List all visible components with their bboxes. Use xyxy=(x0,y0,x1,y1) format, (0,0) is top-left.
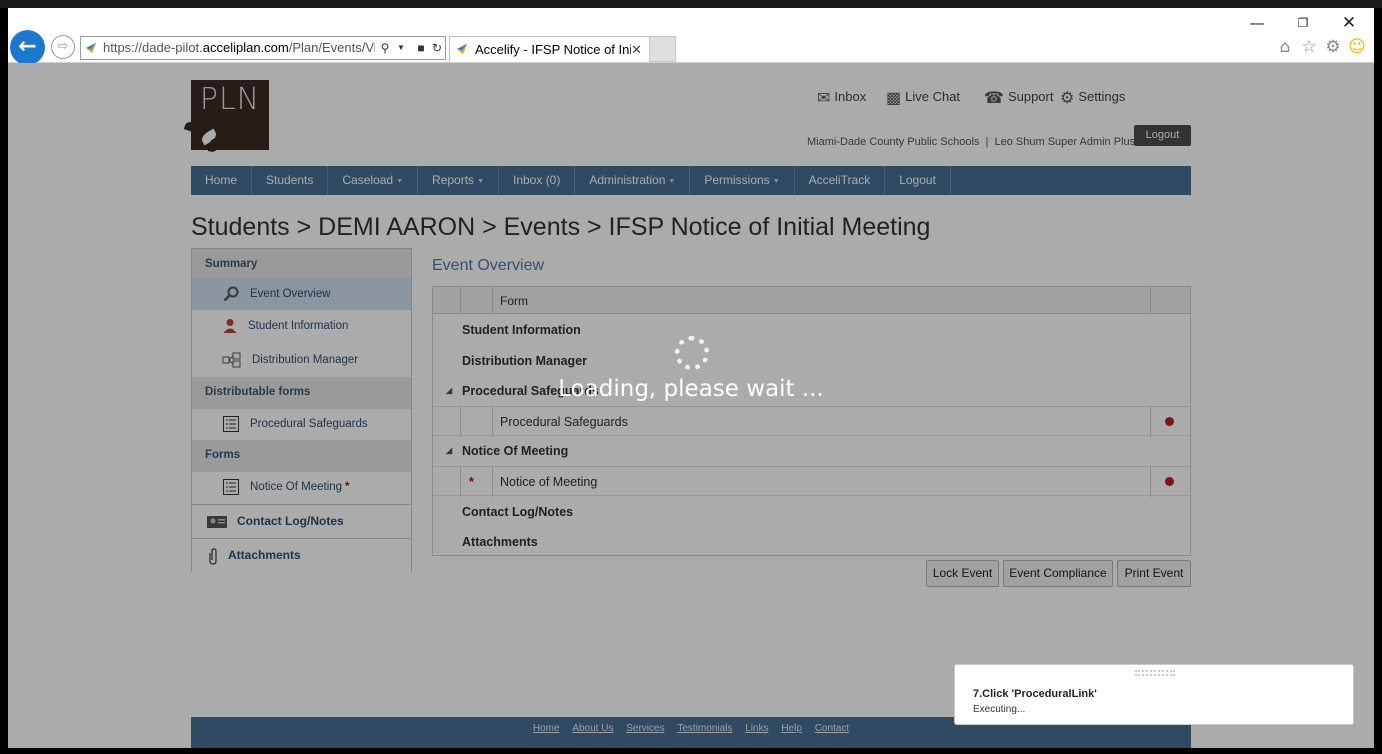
refresh-icon[interactable]: ↻ xyxy=(429,37,445,59)
forward-button[interactable]: ⇨ xyxy=(51,35,75,59)
smiley-icon[interactable]: ☺ xyxy=(1346,36,1368,58)
os-top-strip xyxy=(0,0,1382,8)
browser-tab[interactable]: Accelify - IFSP Notice of Ini... ✕ xyxy=(449,36,650,62)
browser-window: — ❐ ✕ ← ⇨ https://dade-pilot.acceliplan.… xyxy=(8,8,1374,748)
lock-icon: ■ xyxy=(417,41,425,55)
home-icon[interactable]: ⌂ xyxy=(1274,36,1296,58)
address-bar[interactable]: https://dade-pilot.acceliplan.com/Plan/E… xyxy=(80,36,446,60)
arrow-right-icon: ⇨ xyxy=(57,39,69,54)
close-tab-icon[interactable]: ✕ xyxy=(631,37,642,62)
drag-handle[interactable] xyxy=(1135,670,1175,676)
chevron-down-icon[interactable]: ▼ xyxy=(393,37,409,59)
toast-status: Executing... xyxy=(973,704,1026,715)
automation-toast: 7.Click 'ProceduralLink' Executing... xyxy=(954,664,1354,725)
arrow-left-icon: ← xyxy=(18,34,37,59)
loading-overlay: Loading, please wait ... xyxy=(8,63,1374,748)
toast-title: 7.Click 'ProceduralLink' xyxy=(973,688,1097,700)
close-window-icon[interactable]: ✕ xyxy=(1334,12,1364,34)
minimize-icon[interactable]: — xyxy=(1242,12,1272,34)
favicon-icon xyxy=(86,43,96,53)
back-button[interactable]: ← xyxy=(10,30,45,65)
search-icon[interactable]: ⚲ xyxy=(377,37,393,59)
new-tab-button[interactable] xyxy=(649,36,676,62)
favicon-icon xyxy=(457,44,467,54)
browser-chrome: — ❐ ✕ ← ⇨ https://dade-pilot.acceliplan.… xyxy=(8,8,1374,65)
gear-icon[interactable]: ⚙ xyxy=(1322,36,1344,58)
restore-icon[interactable]: ❐ xyxy=(1288,12,1318,34)
loading-text: Loading, please wait ... xyxy=(558,376,824,402)
url-text[interactable]: https://dade-pilot.acceliplan.com/Plan/E… xyxy=(103,37,375,59)
loading-spinner-icon xyxy=(675,336,709,370)
tab-title: Accelify - IFSP Notice of Ini... xyxy=(475,42,631,57)
star-icon[interactable]: ☆ xyxy=(1298,36,1320,58)
